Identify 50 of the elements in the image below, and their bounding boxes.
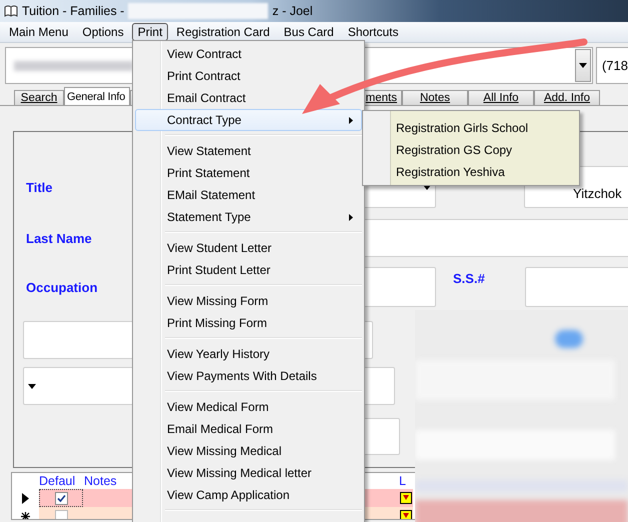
menu-item[interactable]: Options xyxy=(76,23,130,41)
menu-item[interactable]: Statement Type xyxy=(135,206,362,228)
menu-item[interactable]: View Missing Medical xyxy=(135,440,362,462)
menu-item[interactable]: Main Menu xyxy=(3,23,74,41)
checkbox[interactable] xyxy=(54,510,68,519)
window-title: z - Joel xyxy=(272,4,313,18)
menu-item[interactable]: Registration GS Copy xyxy=(363,139,579,161)
menu-item[interactable]: Registration Girls School xyxy=(363,117,579,139)
menu-item[interactable]: View Medical Form xyxy=(135,396,362,418)
menu-item[interactable]: Print Missing Form xyxy=(135,312,362,334)
row-icon xyxy=(400,510,412,519)
tab[interactable]: All Info xyxy=(468,90,534,105)
field-label: S.S.# xyxy=(453,270,486,286)
menu-item[interactable]: View Missing Medical letter xyxy=(135,462,362,484)
window-title: Tuition - Families - xyxy=(22,4,124,18)
field-label: Occupation xyxy=(26,280,99,294)
menu-item[interactable]: Registration Card xyxy=(170,23,276,41)
menu-item[interactable]: View Contract xyxy=(135,43,362,65)
row-icon xyxy=(400,492,412,504)
menu-item[interactable]: View Camp Application xyxy=(135,484,362,506)
menu-item[interactable]: Shortcuts xyxy=(342,23,405,41)
dropdown-arrow-icon xyxy=(578,63,587,68)
checkbox[interactable] xyxy=(54,492,68,504)
menu-item[interactable]: Print Contract xyxy=(135,65,362,87)
menu-item[interactable]: View Yearly History xyxy=(135,343,362,365)
menu-item[interactable]: Print Student Letter xyxy=(135,259,362,281)
menu-item[interactable]: Contract Type xyxy=(135,109,362,131)
column-header: Notes xyxy=(84,474,118,488)
book-icon xyxy=(4,5,18,17)
ssn-field[interactable] xyxy=(525,267,628,307)
column-header: Defaul xyxy=(39,474,76,488)
menu-item[interactable]: View Payments With Details xyxy=(135,365,362,387)
menu-item[interactable]: Email Medical Form xyxy=(135,418,362,440)
menu-item[interactable]: Email Contract xyxy=(135,87,362,109)
menu-item[interactable]: Print xyxy=(132,23,168,41)
phone-field[interactable]: (718 xyxy=(596,47,628,84)
field-label: Last Name xyxy=(26,230,93,246)
menu-item[interactable]: View Statement xyxy=(135,140,362,162)
menu-item[interactable]: View Missing Form xyxy=(135,290,362,312)
tab[interactable]: Notes xyxy=(402,90,468,105)
menu-item[interactable]: View Student Letter xyxy=(135,237,362,259)
column-header: L xyxy=(399,474,406,488)
menu-item[interactable]: Bus Card xyxy=(278,23,340,41)
menu-item[interactable]: Print Statement xyxy=(135,162,362,184)
menu-item[interactable]: EMail Statement xyxy=(135,184,362,206)
tab[interactable]: Add. Info xyxy=(534,90,600,105)
field-label: Title xyxy=(26,180,54,194)
tab[interactable]: General Info xyxy=(64,87,130,105)
tab[interactable]: Search xyxy=(14,90,64,105)
dropdown-arrow-icon xyxy=(28,384,36,388)
